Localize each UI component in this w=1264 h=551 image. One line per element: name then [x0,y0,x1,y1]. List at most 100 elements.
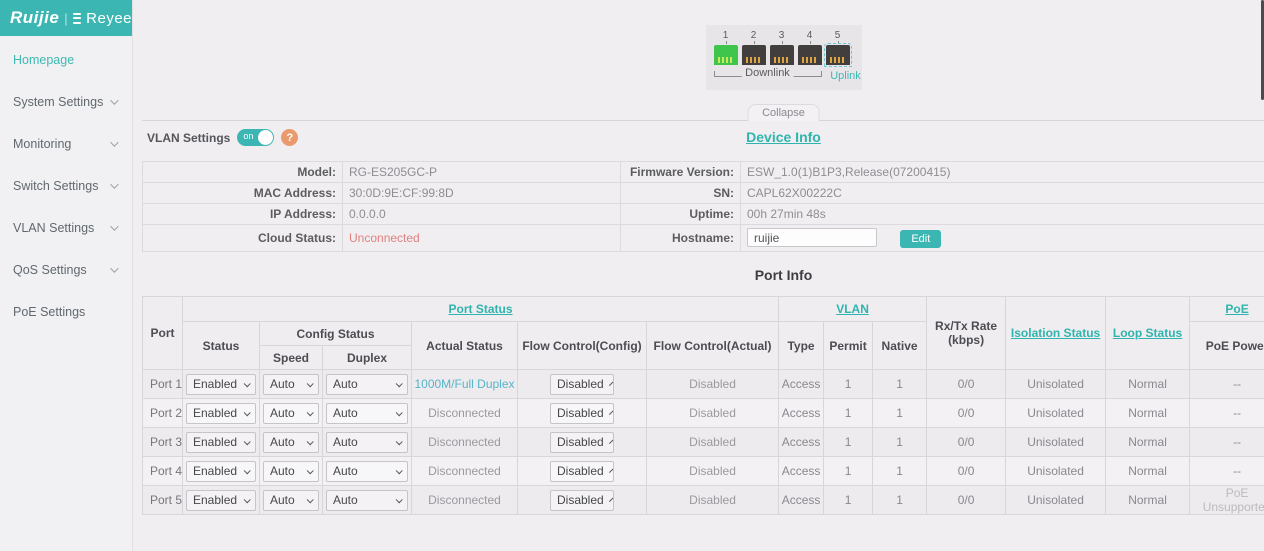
port-info-table: Port Port Status VLAN Rx/Tx Rate(kbps) I… [142,296,1264,515]
isolation-value: Unisolated [1006,399,1106,428]
port-name: Port 5 [143,486,183,515]
table-row: MAC Address: 30:0D:9E:CF:99:8D SN: CAPL6… [143,183,1264,204]
col-header-rxtx-rate: Rx/Tx Rate(kbps) [927,297,1006,370]
help-icon[interactable]: ? [281,129,298,146]
col-header-actual-status: Actual Status [412,322,518,370]
duplex-select[interactable]: Auto [326,490,408,511]
col-header-type: Type [779,322,824,370]
chevron-down-icon [609,497,613,501]
downlink-bracket: Downlink [714,71,822,77]
col-header-isolation-status: Isolation Status [1006,297,1106,370]
col-header-poe-power: PoE Power [1190,322,1264,370]
rxtx-rate-value: 0/0 [927,486,1006,515]
rxtx-rate-value: 0/0 [927,370,1006,399]
chevron-down-icon [307,380,314,387]
loop-value: Normal [1106,399,1190,428]
sidebar-item-monitoring[interactable]: Monitoring [0,123,132,165]
sidebar-nav: Homepage System Settings Monitoring Swit… [0,39,132,333]
flow-actual-value: Disabled [647,370,779,399]
chevron-down-icon [396,409,403,416]
duplex-select[interactable]: Auto [326,432,408,453]
sidebar-item-switch-settings[interactable]: Switch Settings [0,165,132,207]
sidebar: Ruijie | Reyee Homepage System Settings … [0,0,133,551]
rxtx-rate-value: 0/0 [927,457,1006,486]
speed-select[interactable]: Auto [263,490,319,511]
col-header-duplex: Duplex [323,346,412,370]
device-info-link[interactable]: Device Info [746,129,821,145]
speed-select[interactable]: Auto [263,374,319,395]
loop-status-link[interactable]: Loop Status [1113,326,1182,340]
rxtx-rate-value: 0/0 [927,428,1006,457]
loop-value: Normal [1106,486,1190,515]
poe-link[interactable]: PoE [1225,302,1248,316]
duplex-select[interactable]: Auto [326,461,408,482]
cloud-status-value: Unconnected [343,225,621,252]
sidebar-item-qos-settings[interactable]: QoS Settings [0,249,132,291]
status-select[interactable]: Enabled [186,374,256,395]
logo-ruijie-text: Ruijie [10,8,59,28]
port-2-icon[interactable] [742,45,766,65]
isolation-value: Unisolated [1006,370,1106,399]
col-header-native: Native [873,322,927,370]
sidebar-item-homepage[interactable]: Homepage [0,39,132,81]
uplink-label: Uplink [822,70,870,82]
table-row-port-4: Port 4 Enabled Auto Auto Disconnected Di… [143,457,1264,486]
hostname-input[interactable] [747,228,877,247]
vlan-native-value: 1 [873,457,927,486]
speed-select[interactable]: Auto [263,461,319,482]
isolation-status-link[interactable]: Isolation Status [1011,326,1100,340]
rxtx-rate-value: 0/0 [927,399,1006,428]
col-group-config-status: Config Status [260,322,412,346]
vlan-permit-value: 1 [824,370,873,399]
port-status-link[interactable]: Port Status [449,302,513,316]
speed-select[interactable]: Auto [263,403,319,424]
vlan-native-value: 1 [873,370,927,399]
sidebar-item-poe-settings[interactable]: PoE Settings [0,291,132,333]
port-3-icon[interactable] [770,45,794,65]
flow-control-select[interactable]: Disabled [550,432,614,453]
duplex-select[interactable]: Auto [326,403,408,424]
status-select[interactable]: Enabled [186,461,256,482]
chevron-down-icon [609,381,613,385]
duplex-select[interactable]: Auto [326,374,408,395]
sidebar-item-vlan-settings[interactable]: VLAN Settings [0,207,132,249]
port-4-icon[interactable] [798,45,822,65]
port-5-icon[interactable] [826,45,850,65]
vlan-permit-value: 1 [824,486,873,515]
sidebar-item-system-settings[interactable]: System Settings [0,81,132,123]
chevron-down-icon [307,496,314,503]
status-select[interactable]: Enabled [186,490,256,511]
flow-control-select[interactable]: Disabled [550,461,614,482]
poe-power-value: -- [1190,428,1264,457]
col-group-port-status: Port Status [183,297,779,322]
chevron-down-icon [396,496,403,503]
speed-select[interactable]: Auto [263,432,319,453]
collapse-button[interactable]: Collapse [747,104,820,121]
switch-port-diagram: 1 2 3 4 5 Downlink Uplink [706,25,862,90]
vlan-permit-value: 1 [824,399,873,428]
chevron-down-icon [307,467,314,474]
chevron-down-icon [396,467,403,474]
poe-power-value: PoE Unsupported [1190,486,1264,515]
edit-button[interactable]: Edit [900,230,941,248]
port-1-icon[interactable] [714,45,738,65]
chevron-down-icon [110,180,118,188]
poe-power-value: -- [1190,457,1264,486]
flow-control-select[interactable]: Disabled [550,374,614,395]
table-row-port-3: Port 3 Enabled Auto Auto Disconnected Di… [143,428,1264,457]
vlan-link[interactable]: VLAN [836,302,869,316]
flow-control-select[interactable]: Disabled [550,403,614,424]
chevron-down-icon [609,468,613,472]
vlan-permit-value: 1 [824,428,873,457]
downlink-label: Downlink [741,68,794,79]
vlan-settings-toggle[interactable]: on [237,129,274,146]
poe-power-value: -- [1190,370,1264,399]
vlan-native-value: 1 [873,399,927,428]
chevron-down-icon [110,138,118,146]
status-select[interactable]: Enabled [186,403,256,424]
col-header-loop-status: Loop Status [1106,297,1190,370]
port-name: Port 3 [143,428,183,457]
vlan-permit-value: 1 [824,457,873,486]
flow-control-select[interactable]: Disabled [550,490,614,511]
status-select[interactable]: Enabled [186,432,256,453]
